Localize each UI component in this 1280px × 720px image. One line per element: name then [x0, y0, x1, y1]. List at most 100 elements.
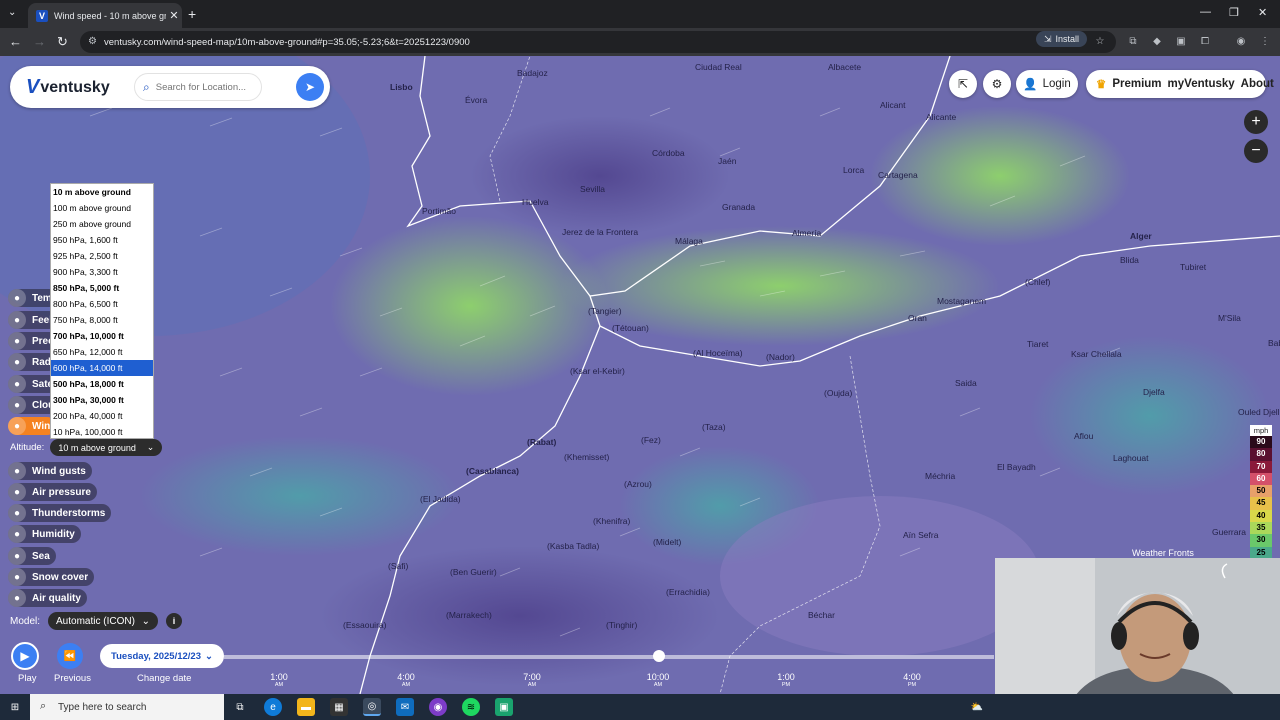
zoom-in-button[interactable]: +: [1244, 110, 1268, 134]
altitude-option[interactable]: 300 hPa, 30,000 ft: [51, 392, 153, 408]
new-tab-icon[interactable]: +: [188, 6, 196, 22]
layer-item[interactable]: ● Air pressure: [8, 483, 97, 501]
premium-link[interactable]: Premium: [1112, 78, 1161, 90]
weather-widget-icon[interactable]: ⛅: [968, 698, 986, 716]
altitude-option[interactable]: 100 m above ground: [51, 200, 153, 216]
minimize-icon[interactable]: —: [1200, 6, 1211, 18]
city-label: Portimão: [422, 206, 457, 216]
forward-icon[interactable]: →: [33, 34, 46, 49]
chrome-icon[interactable]: ◎: [363, 698, 381, 716]
city-label: Albacete: [828, 62, 862, 72]
layer-item[interactable]: ● Snow cover: [8, 568, 95, 586]
layer-item[interactable]: ● Air quality: [8, 589, 87, 607]
outlook-icon[interactable]: ✉: [396, 698, 414, 716]
extension-diamond-icon[interactable]: ◆: [1151, 36, 1163, 48]
restore-icon[interactable]: ❐: [1229, 6, 1239, 19]
layer-item[interactable]: ● Thunderstorms: [8, 504, 112, 522]
layer-label: Sea: [32, 550, 50, 562]
translate-icon[interactable]: ⧉: [1127, 36, 1139, 48]
legend-swatch: 70: [1250, 460, 1272, 473]
air-quality-icon: ●: [8, 589, 26, 607]
city-label: Tiaret: [1027, 339, 1049, 349]
app-green-icon[interactable]: ▣: [495, 698, 513, 716]
plus-icon: +: [1251, 113, 1261, 130]
timeline-handle[interactable]: [653, 650, 665, 662]
altitude-select[interactable]: 10 m above ground ⌄: [50, 439, 163, 456]
about-link[interactable]: About: [1241, 78, 1274, 90]
altitude-option[interactable]: 250 m above ground: [51, 216, 153, 232]
layer-item[interactable]: ● Humidity: [8, 525, 81, 543]
altitude-option[interactable]: 800 hPa, 6,500 ft: [51, 296, 153, 312]
layer-item[interactable]: ● Win: [8, 417, 57, 435]
timeline-track[interactable]: [224, 655, 994, 659]
taskbar-search[interactable]: ⌕ Type here to search: [30, 694, 224, 720]
bookmark-star-icon[interactable]: ☆: [1094, 36, 1106, 48]
back-icon[interactable]: ←: [9, 34, 22, 49]
search-box[interactable]: ⌕: [134, 73, 262, 101]
altitude-option[interactable]: 925 hPa, 2,500 ft: [51, 248, 153, 264]
altitude-option[interactable]: 10 hPa, 100,000 ft: [51, 424, 153, 440]
timeline-tick[interactable]: 7:00 AM: [512, 672, 552, 688]
ventusky-logo-icon: V: [26, 76, 40, 98]
city-label: (Marrakech): [446, 610, 492, 620]
my-location-button[interactable]: ➤: [296, 73, 324, 101]
myventusky-link[interactable]: myVentusky: [1168, 78, 1235, 90]
tick-ampm: AM: [401, 682, 411, 688]
install-button[interactable]: ⇲ Install: [1036, 31, 1088, 47]
weather-fronts-label[interactable]: Weather Fronts: [1132, 548, 1194, 558]
timeline-tick[interactable]: 1:00 AM: [259, 672, 299, 688]
edge-icon[interactable]: e: [264, 698, 282, 716]
legend-unit[interactable]: mph: [1250, 425, 1272, 436]
close-window-icon[interactable]: ✕: [1258, 6, 1267, 19]
city-label: (Midelt): [653, 537, 682, 547]
tab-search-icon[interactable]: ⌄: [8, 7, 16, 18]
zoom-out-button[interactable]: −: [1244, 139, 1268, 163]
login-button[interactable]: 👤 Login: [1016, 70, 1078, 98]
ventusky-logo[interactable]: Vventusky: [26, 76, 110, 99]
search-input[interactable]: [155, 81, 256, 93]
city-label: (Tangier): [588, 306, 622, 316]
change-date-button[interactable]: Tuesday, 2025/12/23 ⌄: [100, 644, 224, 668]
windows-start-icon[interactable]: ⊞: [6, 698, 24, 716]
altitude-option[interactable]: 600 hPa, 14,000 ft: [51, 360, 153, 376]
close-tab-icon[interactable]: ✕: [166, 9, 182, 22]
altitude-option[interactable]: 10 m above ground: [51, 184, 153, 200]
timeline-tick[interactable]: 1:00 PM: [766, 672, 806, 688]
altitude-option[interactable]: 900 hPa, 3,300 ft: [51, 264, 153, 280]
model-select[interactable]: Automatic (ICON) ⌄: [48, 612, 159, 630]
app-icon[interactable]: ◉: [429, 698, 447, 716]
altitude-option[interactable]: 500 hPa, 18,000 ft: [51, 376, 153, 392]
task-view-icon[interactable]: ⧉: [231, 698, 249, 716]
altitude-dropdown-list[interactable]: 10 m above ground 100 m above ground 250 m…: [50, 183, 154, 439]
browser-menu-icon[interactable]: ⋮: [1259, 36, 1271, 48]
altitude-option[interactable]: 850 hPa, 5,000 ft: [51, 280, 153, 296]
extension-square-icon[interactable]: ▣: [1175, 36, 1187, 48]
waves-icon: ●: [8, 547, 26, 565]
site-info-icon[interactable]: ⚙: [88, 36, 97, 47]
altitude-option[interactable]: 750 hPa, 8,000 ft: [51, 312, 153, 328]
previous-button[interactable]: ⏪: [57, 643, 83, 669]
play-button[interactable]: ▶: [11, 642, 39, 670]
layer-label: Air quality: [32, 592, 81, 604]
browser-tab[interactable]: V Wind speed - 10 m above grou ✕: [28, 3, 182, 28]
share-button[interactable]: ⇱: [949, 70, 977, 98]
spotify-icon[interactable]: ≋: [462, 698, 480, 716]
profile-icon[interactable]: ◉: [1235, 36, 1247, 48]
altitude-option[interactable]: 650 hPa, 12,000 ft: [51, 344, 153, 360]
file-explorer-icon[interactable]: ▬: [297, 698, 315, 716]
extensions-puzzle-icon[interactable]: ⧠: [1199, 36, 1211, 48]
layer-item[interactable]: ● Sea: [8, 547, 56, 565]
url-field[interactable]: ⚙ ventusky.com/wind-speed-map/10m-above-…: [80, 31, 1116, 53]
settings-button[interactable]: ⚙: [983, 70, 1011, 98]
timeline-tick[interactable]: 4:00 AM: [386, 672, 426, 688]
store-icon[interactable]: ▦: [330, 698, 348, 716]
layer-item[interactable]: ● Wind gusts: [8, 462, 92, 480]
altitude-option[interactable]: 700 hPa, 10,000 ft: [51, 328, 153, 344]
info-icon[interactable]: i: [166, 613, 183, 629]
reload-icon[interactable]: ↻: [57, 34, 68, 50]
altitude-option[interactable]: 200 hPa, 40,000 ft: [51, 408, 153, 424]
timeline-tick[interactable]: 10:00 AM: [638, 672, 678, 688]
city-label: Lorca: [843, 165, 865, 175]
timeline-tick[interactable]: 4:00 PM: [892, 672, 932, 688]
altitude-option[interactable]: 950 hPa, 1,600 ft: [51, 232, 153, 248]
